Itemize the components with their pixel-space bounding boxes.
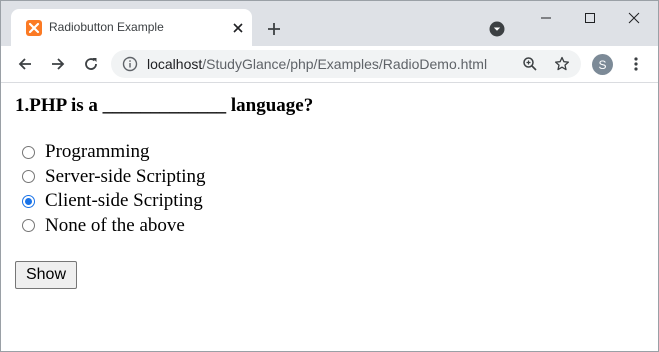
forward-arrow-icon[interactable] (48, 54, 68, 74)
info-icon[interactable] (122, 56, 138, 72)
profile-avatar[interactable]: S (592, 54, 613, 75)
page-content: 1.PHP is a _____________ language? Progr… (1, 83, 658, 351)
tab-title: Radiobutton Example (49, 20, 164, 34)
back-arrow-icon[interactable] (15, 54, 35, 74)
tab-search-icon[interactable] (488, 20, 506, 38)
url-host: localhost (147, 56, 203, 72)
minimize-icon[interactable] (535, 9, 557, 27)
radio-option-programming[interactable]: Programming (15, 140, 206, 165)
new-tab-icon[interactable] (263, 18, 285, 40)
radio-button-selected[interactable] (22, 194, 35, 208)
radio-option-client-side[interactable]: Client-side Scripting (15, 189, 206, 214)
url-text: localhost/StudyGlance/php/Examples/Radio… (147, 56, 487, 72)
radio-option-none[interactable]: None of the above (15, 214, 206, 239)
radio-label: Server-side Scripting (45, 165, 206, 187)
browser-window: Radiobutton Example localhost/StudyGlanc… (0, 0, 659, 352)
radio-label: Client-side Scripting (45, 190, 203, 212)
title-bar: Radiobutton Example (1, 1, 658, 46)
more-menu-icon[interactable] (628, 54, 644, 74)
radio-label: Programming (45, 141, 150, 163)
address-bar[interactable]: localhost/StudyGlance/php/Examples/Radio… (111, 50, 581, 78)
radio-button[interactable] (22, 219, 35, 233)
maximize-icon[interactable] (579, 9, 601, 27)
radio-group: Programming Server-side Scripting Client… (15, 140, 206, 238)
url-path: /StudyGlance/php/Examples/RadioDemo.html (202, 56, 488, 72)
radio-button[interactable] (22, 145, 35, 159)
browser-toolbar: localhost/StudyGlance/php/Examples/Radio… (1, 46, 658, 83)
bookmark-star-icon[interactable] (554, 56, 570, 72)
reload-icon[interactable] (81, 54, 101, 74)
browser-tab[interactable]: Radiobutton Example (11, 9, 252, 46)
zoom-icon[interactable] (522, 56, 538, 72)
show-button[interactable]: Show (15, 261, 77, 289)
radio-button[interactable] (22, 170, 35, 184)
xampp-icon (26, 20, 42, 36)
close-icon[interactable] (623, 9, 645, 27)
radio-option-server-side[interactable]: Server-side Scripting (15, 165, 206, 190)
tab-close-icon[interactable] (230, 20, 246, 36)
radio-label: None of the above (45, 214, 185, 236)
question-heading: 1.PHP is a _____________ language? (15, 95, 314, 116)
